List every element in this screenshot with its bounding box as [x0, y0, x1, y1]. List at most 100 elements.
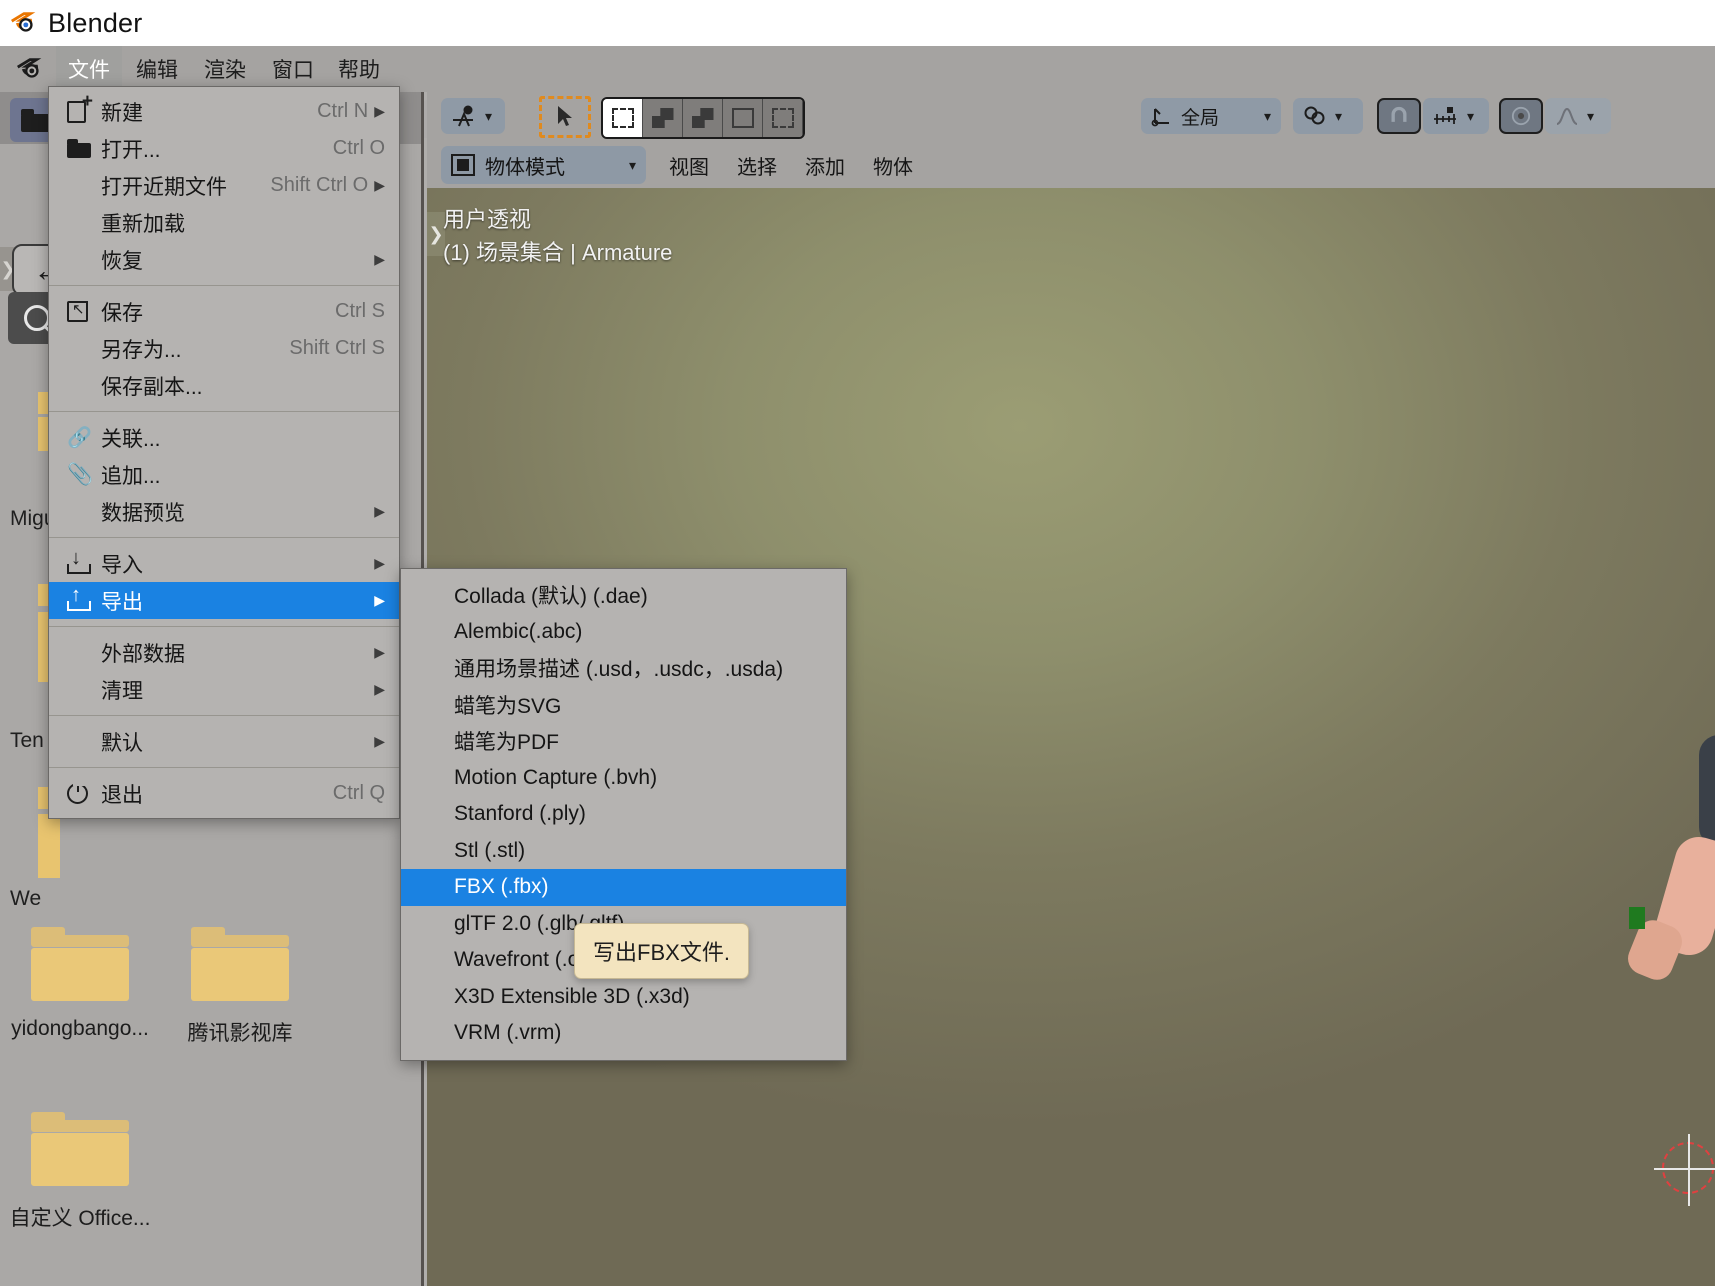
menu-item-label: 恢复	[101, 245, 368, 275]
chevron-right-icon: ▶	[374, 644, 385, 661]
transform-orientation-label: 全局	[1181, 103, 1256, 130]
export-item-collada[interactable]: Collada (默认) (.dae)	[401, 577, 846, 614]
export-item-alembic[interactable]: Alembic(.abc)	[401, 614, 846, 651]
interaction-mode-select[interactable]: 物体模式 ▾	[441, 146, 646, 184]
file-name-label: 腾讯影视库	[160, 1017, 320, 1047]
menu-item-external-data[interactable]: 外部数据 ▶	[49, 634, 399, 671]
falloff-type-select[interactable]: ▾	[1545, 98, 1611, 134]
viewport-menu-select[interactable]: 选择	[725, 146, 789, 184]
export-item-grease-pencil-pdf[interactable]: 蜡笔为PDF	[401, 723, 846, 760]
export-submenu[interactable]: Collada (默认) (.dae) Alembic(.abc) 通用场景描述…	[400, 568, 847, 1061]
export-item-x3d[interactable]: X3D Extensible 3D (.x3d)	[401, 979, 846, 1016]
export-item-grease-pencil-svg[interactable]: 蜡笔为SVG	[401, 687, 846, 724]
menu-item-defaults[interactable]: 默认 ▶	[49, 723, 399, 760]
menu-item-open[interactable]: 打开... Ctrl O	[49, 130, 399, 167]
chevron-right-icon: ▶	[374, 177, 385, 194]
power-icon	[67, 783, 101, 804]
menu-item-label: 清理	[101, 675, 368, 705]
snap-toggle[interactable]	[1377, 98, 1421, 134]
chevron-down-icon: ▾	[1335, 108, 1342, 125]
menu-item-shortcut: Ctrl Q	[333, 782, 385, 805]
file-item[interactable]: yidongbango...	[0, 927, 160, 1041]
falloff-curve-icon	[1555, 105, 1579, 127]
menu-item-link[interactable]: 🔗 关联...	[49, 419, 399, 456]
menu-item-data-previews[interactable]: 数据预览 ▶	[49, 493, 399, 530]
file-item[interactable]: 自定义 Office...	[0, 1112, 160, 1232]
transform-orientation-select[interactable]: 全局 ▾	[1141, 98, 1281, 134]
selection-mode-new[interactable]	[603, 99, 643, 137]
blender-logo-icon[interactable]	[14, 54, 44, 84]
menu-item-label: 数据预览	[101, 497, 368, 527]
menu-item-open-recent[interactable]: 打开近期文件 Shift Ctrl O ▶	[49, 167, 399, 204]
menu-item-append[interactable]: 📎 追加...	[49, 456, 399, 493]
export-item-vrm[interactable]: VRM (.vrm)	[401, 1015, 846, 1052]
bookmark-row[interactable]	[38, 814, 60, 878]
menu-item-import[interactable]: 导入 ▶	[49, 545, 399, 582]
menu-item-clean-up[interactable]: 清理 ▶	[49, 671, 399, 708]
menu-item-new[interactable]: 新建 Ctrl N ▶	[49, 93, 399, 130]
folder-icon	[31, 927, 129, 1001]
export-item-motion-capture[interactable]: Motion Capture (.bvh)	[401, 760, 846, 797]
menu-item-label: 新建	[101, 97, 317, 127]
folder-icon	[21, 109, 51, 132]
select-cursor-tool[interactable]	[539, 96, 591, 138]
selection-mode-intersect[interactable]	[763, 99, 803, 137]
menu-item-recover[interactable]: 恢复 ▶	[49, 241, 399, 278]
menu-item-revert[interactable]: 重新加载	[49, 204, 399, 241]
viewport-header-row-1: ▾ 全局 ▾	[427, 92, 1715, 140]
editor-type-icon	[451, 104, 477, 128]
menu-item-save-copy[interactable]: 保存副本...	[49, 367, 399, 404]
menu-item-save[interactable]: 保存 Ctrl S	[49, 293, 399, 330]
export-item-usd[interactable]: 通用场景描述 (.usd，.usdc，.usda)	[401, 650, 846, 687]
bookmark-label: We	[10, 887, 41, 911]
new-file-icon	[67, 101, 101, 123]
open-folder-icon	[67, 139, 101, 158]
menu-item-shortcut: Ctrl S	[335, 300, 385, 323]
selection-mode-subtract[interactable]	[683, 99, 723, 137]
export-item-stl[interactable]: Stl (.stl)	[401, 833, 846, 870]
3d-cursor-icon	[1662, 1142, 1714, 1194]
file-name-label: yidongbango...	[0, 1017, 160, 1041]
menu-item-label: 退出	[101, 779, 333, 809]
export-icon	[67, 590, 101, 612]
bookmark-row-we[interactable]: We	[10, 887, 41, 911]
menu-item-label: 默认	[101, 727, 368, 757]
editor-type-button[interactable]: ▾	[441, 98, 505, 134]
menu-item-export[interactable]: 导出 ▶	[49, 582, 399, 619]
menu-item-shortcut: Shift Ctrl O	[270, 174, 368, 197]
menu-item-label: 重新加载	[101, 208, 385, 238]
chevron-right-icon: ▶	[374, 103, 385, 120]
magnet-icon	[1389, 104, 1409, 128]
export-item-stanford-ply[interactable]: Stanford (.ply)	[401, 796, 846, 833]
bookmark-label: Ten	[10, 729, 44, 753]
menu-item-shortcut: Ctrl N	[317, 100, 368, 123]
selection-mode-group	[601, 97, 805, 139]
bookmark-row-ten[interactable]: Ten	[10, 729, 44, 753]
chevron-right-icon: ▶	[374, 592, 385, 609]
file-menu-dropdown[interactable]: 新建 Ctrl N ▶ 打开... Ctrl O 打开近期文件 Shift Ct…	[48, 86, 400, 819]
import-icon	[67, 553, 101, 575]
viewport-menu-view[interactable]: 视图	[657, 146, 721, 184]
viewport-menu-object[interactable]: 物体	[861, 146, 925, 184]
menu-item-label: 追加...	[101, 460, 385, 490]
chevron-down-icon: ▾	[1587, 108, 1594, 125]
increment-snap-icon	[1433, 105, 1459, 127]
file-item[interactable]: 腾讯影视库	[160, 927, 320, 1047]
snap-target-select[interactable]: ▾	[1293, 98, 1363, 134]
menu-item-label: 另存为...	[101, 334, 289, 364]
selection-mode-invert[interactable]	[723, 99, 763, 137]
viewport-menu-add[interactable]: 添加	[793, 146, 857, 184]
menu-item-quit[interactable]: 退出 Ctrl Q	[49, 775, 399, 812]
menu-item-label: 保存副本...	[101, 371, 385, 401]
armature-bone	[1629, 907, 1645, 929]
save-icon	[67, 301, 101, 322]
paperclip-icon: 📎	[67, 464, 101, 485]
search-icon	[24, 305, 50, 331]
export-item-fbx[interactable]: FBX (.fbx)	[401, 869, 846, 906]
snap-settings-select[interactable]: ▾	[1423, 98, 1489, 134]
proportional-edit-toggle[interactable]	[1499, 98, 1543, 134]
selection-mode-extend[interactable]	[643, 99, 683, 137]
menu-item-save-as[interactable]: 另存为... Shift Ctrl S	[49, 330, 399, 367]
menu-item-label: 导入	[101, 549, 368, 579]
menu-item-label: 外部数据	[101, 638, 368, 668]
